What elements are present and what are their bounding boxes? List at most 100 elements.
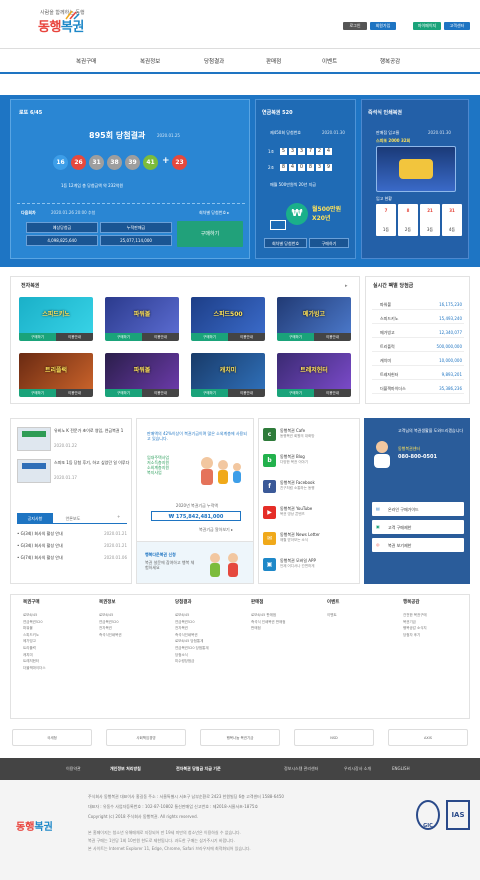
game-card[interactable]: 파워볼 구매하기 이용안내: [105, 297, 179, 341]
sitemap-heading[interactable]: 행복공감: [403, 599, 479, 605]
sitemap-link[interactable]: 연금복권520: [23, 619, 99, 626]
game-info-button[interactable]: 이용안내: [314, 333, 351, 341]
news-thumb[interactable]: [17, 459, 51, 483]
sitemap-link[interactable]: 판매점: [251, 625, 327, 632]
sitemap-heading[interactable]: 이벤트: [327, 599, 403, 605]
sns-link[interactable]: c 동행복권 Cafe 동행복권 회원의 대화방: [259, 425, 355, 445]
sitemap-link[interactable]: 캐치미: [23, 652, 99, 659]
footer-link[interactable]: 전자복권 당첨금 지급 기준: [176, 766, 221, 772]
signup-button[interactable]: 회원가입: [370, 22, 396, 30]
game-info-button[interactable]: 이용안내: [228, 389, 265, 397]
sns-link[interactable]: ▣ 동행복권 모바일 APP 언제 어디서나 간편하게: [259, 555, 355, 575]
ranking-row[interactable]: 트리플럭 500,000,000: [372, 341, 464, 352]
game-info-button[interactable]: 이용안내: [228, 333, 265, 341]
partner-logo[interactable]: 국세청: [12, 729, 92, 746]
game-info-button[interactable]: 이용안내: [314, 389, 351, 397]
sitemap-link[interactable]: 트레저헌터: [23, 658, 99, 665]
sns-link[interactable]: ▶ 동행복권 YouTube 복권 영상 콘텐츠: [259, 503, 355, 523]
sitemap-link[interactable]: 복권기금: [403, 619, 479, 626]
game-buy-button[interactable]: 구매하기: [191, 333, 228, 341]
sitemap-link[interactable]: 즉석식인쇄복권: [175, 632, 251, 639]
sitemap-link[interactable]: 건전한 복권구매: [403, 612, 479, 619]
ranking-row[interactable]: 더블잭마이더스 35,386,236: [372, 383, 464, 394]
sitemap-link[interactable]: 트리플럭: [23, 645, 99, 652]
ranking-row[interactable]: 메가빙고 12,340,077: [372, 327, 464, 338]
support-btn-view[interactable]: 복권 보기제한 ◎: [372, 538, 464, 552]
lotto-buy-button[interactable]: 구매하기: [177, 221, 243, 247]
sitemap-link[interactable]: 이벤트: [327, 612, 403, 619]
sitemap-link[interactable]: 연금복권520 당첨통계: [175, 645, 251, 652]
game-card[interactable]: 캐치미 구매하기 이용안내: [191, 353, 265, 397]
sitemap-link[interactable]: 스피드키노: [23, 632, 99, 639]
support-phone[interactable]: 080-800-0501: [398, 454, 437, 460]
tab-press[interactable]: 언론보도: [55, 513, 91, 524]
partner-logo[interactable]: AXIS: [388, 729, 468, 746]
ranking-row[interactable]: 스피드키노 15,493,240: [372, 313, 464, 324]
nav-buy[interactable]: 복권구매: [76, 57, 96, 65]
game-card[interactable]: 스피드키노 구매하기 이용안내: [19, 297, 93, 341]
footer-link[interactable]: 정보시스템 관리센터: [284, 766, 318, 772]
support-btn-limit[interactable]: 고객 구매제한 ▣: [372, 520, 464, 534]
notice-item[interactable]: • G(3회) 회사의 활성 안내 2020.01.21: [17, 543, 127, 553]
sitemap-heading[interactable]: 판매점: [251, 599, 327, 605]
game-info-button[interactable]: 이용안내: [56, 333, 93, 341]
nav-events[interactable]: 이벤트: [322, 57, 337, 65]
sitemap-link[interactable]: 로또6/45: [175, 612, 251, 619]
game-buy-button[interactable]: 구매하기: [277, 333, 314, 341]
sitemap-link[interactable]: 전자복권: [175, 625, 251, 632]
game-card[interactable]: 파워볼 구매하기 이용안내: [105, 353, 179, 397]
notice-item[interactable]: • G(3회) 회사의 활성 안내 2020.01.21: [17, 531, 127, 541]
footer-link[interactable]: 이용약관: [66, 766, 81, 772]
sitemap-link[interactable]: 로또6/45 판매점: [251, 612, 327, 619]
plus-more-icon[interactable]: +: [117, 514, 120, 519]
game-info-button[interactable]: 이용안내: [56, 389, 93, 397]
sns-link[interactable]: ✉ 동행복권 News Letter 매월 받아보는 소식: [259, 529, 355, 549]
game-buy-button[interactable]: 구매하기: [105, 389, 142, 397]
game-card[interactable]: 스피드500 구매하기 이용안내: [191, 297, 265, 341]
game-buy-button[interactable]: 구매하기: [19, 333, 56, 341]
sitemap-link[interactable]: 메가빙고: [23, 638, 99, 645]
nav-results[interactable]: 당첨결과: [204, 57, 224, 65]
ranking-row[interactable]: 캐치미 10,000,000: [372, 355, 464, 366]
footer-link[interactable]: ENGLISH: [392, 766, 410, 771]
ranking-row[interactable]: 트레저헌터 9,893,201: [372, 369, 464, 380]
sitemap-link[interactable]: 행복공감 소식지: [403, 625, 479, 632]
customer-center-button[interactable]: 고객센터: [444, 22, 470, 30]
sitemap-link[interactable]: 즉석식 인쇄복권 판매점: [251, 619, 327, 626]
fund-link[interactable]: 복권기금 알아보기 ▸: [199, 527, 233, 532]
sitemap-link[interactable]: 더블잭마이더스: [23, 665, 99, 672]
partner-logo[interactable]: NSD: [294, 729, 374, 746]
tab-notice[interactable]: 공지사항: [17, 513, 53, 524]
pension-results-button[interactable]: 회차별 당첨번호: [264, 238, 307, 248]
nav-info[interactable]: 복권정보: [140, 57, 160, 65]
happy-banner[interactable]: 행복다운복권 신청 복권 설문에 참여하고 행복 체험하세요: [137, 541, 253, 583]
more-icon[interactable]: ▸: [345, 283, 348, 289]
partner-logo[interactable]: 행복나눔 복권기금: [200, 729, 280, 746]
nav-happy[interactable]: 행복공감: [380, 57, 400, 65]
notice-item[interactable]: • G(7회) 회사의 활성 안내 2020.01.06: [17, 555, 127, 565]
sitemap-link[interactable]: 전자복권: [99, 625, 175, 632]
game-buy-button[interactable]: 구매하기: [277, 389, 314, 397]
sitemap-link[interactable]: 로또6/45: [23, 612, 99, 619]
news-item-title[interactable]: 유비노 K 전문가 초이로 영입, 연금복권 1: [54, 428, 130, 433]
sitemap-link[interactable]: 파워볼: [23, 625, 99, 632]
game-info-button[interactable]: 이용안내: [142, 389, 179, 397]
news-item-title[interactable]: 스피또 1등 당첨 후기, 하고 싶었던 일 이루다: [54, 460, 130, 465]
game-info-button[interactable]: 이용안내: [142, 333, 179, 341]
game-buy-button[interactable]: 구매하기: [19, 389, 56, 397]
sitemap-heading[interactable]: 복권구매: [23, 599, 99, 605]
sitemap-link[interactable]: 연금복권520: [99, 619, 175, 626]
login-button[interactable]: 로그인: [343, 22, 367, 30]
sitemap-heading[interactable]: 복권정보: [99, 599, 175, 605]
sns-link[interactable]: f 동행복권 Facebook 친구처럼 소통하는 동행: [259, 477, 355, 497]
footer-link[interactable]: 개인정보 처리방침: [110, 766, 141, 772]
sitemap-link[interactable]: 미수령당첨금: [175, 658, 251, 665]
sitemap-link[interactable]: 당첨자 후기: [403, 632, 479, 639]
sitemap-link[interactable]: 연금복권520: [175, 619, 251, 626]
prev-results-link[interactable]: 회차별 당첨번호 ▸: [199, 210, 229, 215]
ranking-row[interactable]: 파워볼 16,175,230: [372, 299, 464, 310]
game-card[interactable]: 트레저헌터 구매하기 이용안내: [277, 353, 351, 397]
nav-stores[interactable]: 판매점: [266, 57, 281, 65]
mypage-button[interactable]: 마이페이지: [413, 22, 441, 30]
sitemap-link[interactable]: 로또6/45: [99, 612, 175, 619]
